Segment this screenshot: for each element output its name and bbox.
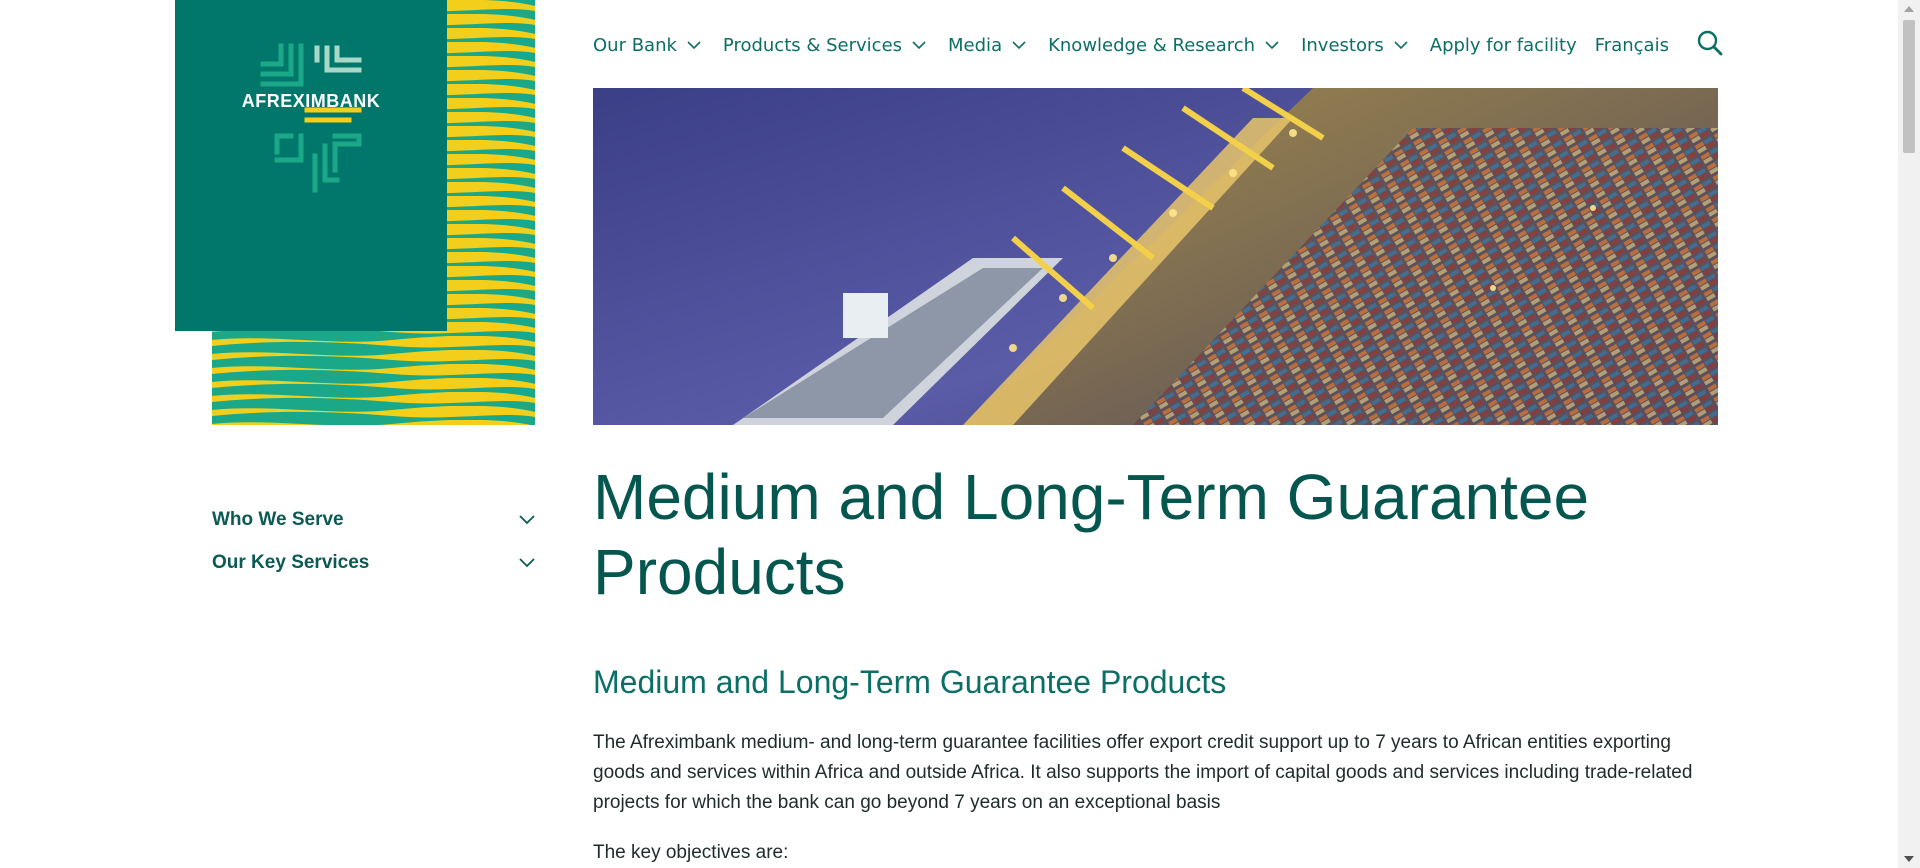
logo-link[interactable]: AFREXIMBANK — [175, 0, 447, 331]
search-button[interactable] — [1697, 30, 1723, 60]
chevron-down-icon — [1394, 40, 1408, 49]
nav-label: Products & Services — [722, 34, 903, 56]
nav-knowledge-research[interactable]: Knowledge & Research — [1048, 35, 1279, 56]
nav-products-services[interactable]: Products & Services — [723, 35, 926, 56]
main-content: Medium and Long-Term Guarantee Products … — [593, 460, 1718, 868]
nav-label: Apply for facility — [1429, 34, 1577, 56]
chevron-down-icon — [687, 40, 701, 49]
chevron-down-icon — [1012, 40, 1026, 49]
nav-investors[interactable]: Investors — [1301, 35, 1408, 56]
chevron-down-icon — [519, 557, 535, 567]
main-navigation: Our Bank Products & Services Media Knowl… — [593, 30, 1687, 60]
sidebar-item-who-we-serve[interactable]: Who We Serve — [212, 498, 535, 541]
hero-image — [593, 88, 1718, 425]
page-title: Medium and Long-Term Guarantee Products — [593, 461, 1590, 608]
brand-wordmark: AFREXIMBANK — [241, 91, 381, 111]
nav-apply-for-facility[interactable]: Apply for facility — [1430, 35, 1577, 56]
sidebar-item-label: Who We Serve — [212, 508, 344, 530]
chevron-down-icon — [519, 514, 535, 524]
section-title: Medium and Long-Term Guarantee Products — [593, 664, 1227, 700]
nav-our-bank[interactable]: Our Bank — [593, 35, 701, 56]
search-icon — [1697, 30, 1723, 56]
scroll-thumb[interactable] — [1903, 20, 1915, 153]
objectives-intro: The key objectives are: — [593, 842, 789, 863]
nav-label: Français — [1594, 34, 1669, 56]
chevron-down-icon — [912, 40, 926, 49]
intro-paragraph: The Afreximbank medium- and long-term gu… — [593, 732, 1693, 813]
nav-media[interactable]: Media — [948, 35, 1026, 56]
scroll-up-arrow-icon[interactable] — [1904, 6, 1914, 12]
sidebar-item-our-key-services[interactable]: Our Key Services — [212, 541, 535, 584]
nav-label: Our Bank — [593, 34, 677, 56]
nav-label: Investors — [1301, 34, 1384, 56]
sidebar-item-label: Our Key Services — [212, 551, 370, 573]
sidebar: Who We Serve Our Key Services — [212, 498, 535, 584]
page-scrollbar[interactable] — [1898, 0, 1920, 868]
scroll-down-arrow-icon[interactable] — [1904, 856, 1914, 862]
nav-label: Media — [948, 34, 1003, 56]
chevron-down-icon — [1265, 40, 1279, 49]
port-aerial-photo — [593, 88, 1718, 425]
afreximbank-logo-icon — [260, 43, 362, 193]
nav-label: Knowledge & Research — [1048, 34, 1256, 56]
nav-language-francais[interactable]: Français — [1595, 35, 1669, 56]
